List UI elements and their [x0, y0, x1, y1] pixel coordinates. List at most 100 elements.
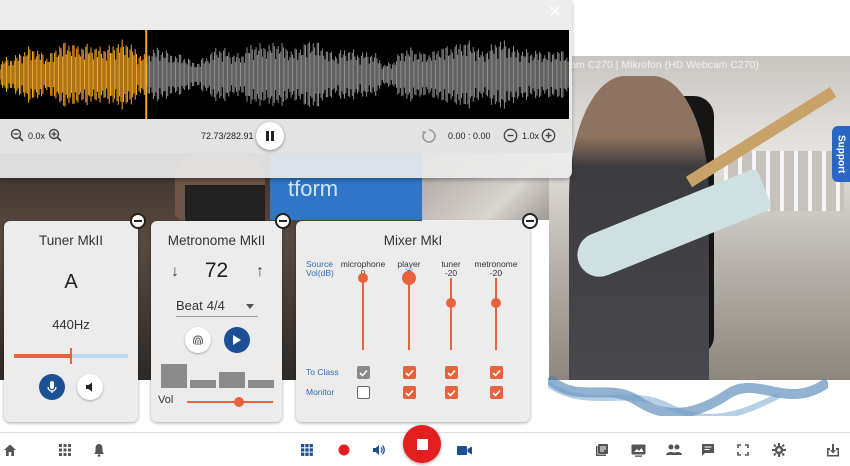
waveform[interactable] — [0, 30, 569, 119]
tuner-center-tick — [70, 348, 72, 364]
beat-select-underline — [176, 316, 258, 317]
minimize-mixer-icon[interactable] — [522, 213, 538, 229]
beat-bar — [219, 371, 245, 388]
channel-fader[interactable] — [446, 278, 456, 350]
channel-fader-knob[interactable] — [402, 271, 416, 285]
bell-icon[interactable] — [89, 440, 109, 460]
volume-header: Vol(dB) — [306, 268, 334, 278]
video-board-text: tform — [288, 176, 339, 201]
top-right-blank — [572, 0, 850, 56]
monitor-checkbox[interactable] — [445, 386, 458, 399]
tuner-speaker-button[interactable] — [77, 374, 103, 400]
check-icon — [492, 369, 501, 377]
speed-up-icon[interactable] — [541, 128, 556, 143]
microphone-icon — [47, 381, 57, 393]
metronome-card: Metronome MkII ↓ 72 ↑ Beat 4/4 Vol — [151, 213, 291, 422]
play-icon — [233, 335, 241, 345]
check-icon — [447, 369, 456, 377]
tuner-note: A — [64, 271, 78, 293]
people-icon[interactable] — [664, 440, 684, 460]
tuner-deviation-meter — [14, 348, 128, 364]
channel-fader[interactable] — [358, 273, 368, 350]
beat-bar — [190, 379, 216, 388]
tuner-frequency: 440Hz — [52, 317, 90, 332]
minimize-metronome-icon[interactable] — [275, 213, 291, 229]
download-icon[interactable] — [823, 440, 843, 460]
to-class-checkbox[interactable] — [403, 366, 416, 379]
monitor-checkbox[interactable] — [357, 386, 370, 399]
channel-fader-knob[interactable] — [491, 298, 501, 309]
speed-down-icon[interactable] — [503, 128, 518, 143]
fingerprint-icon — [193, 335, 203, 346]
video-shirt-left — [185, 185, 265, 225]
local-video — [549, 56, 850, 380]
channel-fader[interactable] — [491, 278, 501, 350]
to-class-label: To Class — [306, 367, 339, 377]
to-class-checkbox[interactable] — [445, 366, 458, 379]
beat-indicator — [161, 361, 274, 388]
tuner-card: Tuner MkII A 440Hz — [4, 213, 146, 422]
check-icon — [447, 389, 456, 397]
chevron-down-icon[interactable] — [246, 304, 254, 309]
record-dot-icon[interactable] — [334, 440, 354, 460]
stop-record-button[interactable] — [403, 425, 441, 463]
tuner-title: Tuner MkII — [38, 233, 103, 248]
loop-icon[interactable] — [421, 128, 437, 144]
fullscreen-icon[interactable] — [733, 440, 753, 460]
channel-fader-knob[interactable] — [446, 298, 456, 309]
mixer-card: Mixer MkI Source Vol(dB) To Class Monito… — [296, 213, 538, 422]
channel-db: -20 — [489, 268, 503, 278]
monitor-checkbox[interactable] — [490, 386, 503, 399]
camera-icon[interactable] — [454, 440, 474, 460]
grid-view-icon[interactable] — [297, 440, 317, 460]
monitor-label: Monitor — [306, 387, 335, 397]
check-icon — [405, 389, 414, 397]
playback-position: 72.73/282.91 — [201, 131, 254, 141]
pause-button[interactable] — [256, 122, 284, 150]
channel-fader-knob[interactable] — [358, 273, 368, 283]
chat-icon[interactable] — [698, 440, 718, 460]
metronome-volume-label: Vol — [158, 394, 174, 406]
beat-select[interactable]: Beat 4/4 — [176, 298, 225, 313]
to-class-checkbox[interactable] — [357, 366, 370, 379]
beat-label: Beat — [176, 298, 203, 313]
check-icon — [359, 369, 368, 377]
screen-share-icon[interactable] — [628, 440, 648, 460]
library-icon[interactable] — [592, 440, 612, 460]
channel-db: -20 — [444, 268, 458, 278]
loop-range: 0.00 : 0.00 — [448, 131, 491, 141]
beat-value: 4/4 — [206, 298, 225, 313]
settings-icon[interactable] — [769, 440, 789, 460]
metronome-volume-slider[interactable] — [187, 397, 273, 407]
playback-speed: 1.0x — [522, 131, 540, 141]
tuner-mic-button[interactable] — [39, 374, 65, 400]
apps-grid-icon[interactable] — [55, 440, 75, 460]
metronome-title: Metronome MkII — [167, 233, 266, 248]
tempo-up-icon[interactable]: ↑ — [256, 263, 264, 281]
support-tab[interactable]: Support — [832, 126, 850, 182]
home-icon[interactable] — [0, 440, 20, 460]
tuner-deviation-fill — [14, 354, 71, 358]
to-class-checkbox[interactable] — [490, 366, 503, 379]
speaker-icon — [86, 382, 92, 392]
check-icon — [405, 369, 414, 377]
video-source-label: cam C270 | Mikrofon (HD Webcam C270) — [565, 59, 759, 71]
app-stage: tform cam C270 | Mikrofon (HD Webcam C27… — [0, 0, 850, 466]
zoom-in-icon[interactable] — [48, 128, 62, 142]
zoom-out-icon[interactable] — [10, 128, 24, 142]
beat-bar — [248, 379, 274, 388]
mixer-title: Mixer MkI — [383, 233, 443, 248]
minimize-tuner-icon[interactable] — [130, 213, 146, 229]
metronome-volume-thumb[interactable] — [233, 397, 244, 407]
zoom-level: 0.0x — [28, 131, 46, 141]
close-icon[interactable]: ✕ — [546, 4, 564, 22]
tap-tempo-button[interactable] — [185, 327, 211, 353]
check-icon — [492, 389, 501, 397]
channel-fader[interactable] — [402, 271, 416, 350]
audio-visualizer-art — [548, 376, 828, 416]
stop-record-icon — [416, 438, 428, 450]
metronome-play-button[interactable] — [224, 327, 250, 353]
audio-player-panel: ✕ 0.0x 72.73/282.91 0.00 : 0.00 1.0x — [0, 0, 572, 178]
volume-icon[interactable] — [369, 440, 389, 460]
monitor-checkbox[interactable] — [403, 386, 416, 399]
